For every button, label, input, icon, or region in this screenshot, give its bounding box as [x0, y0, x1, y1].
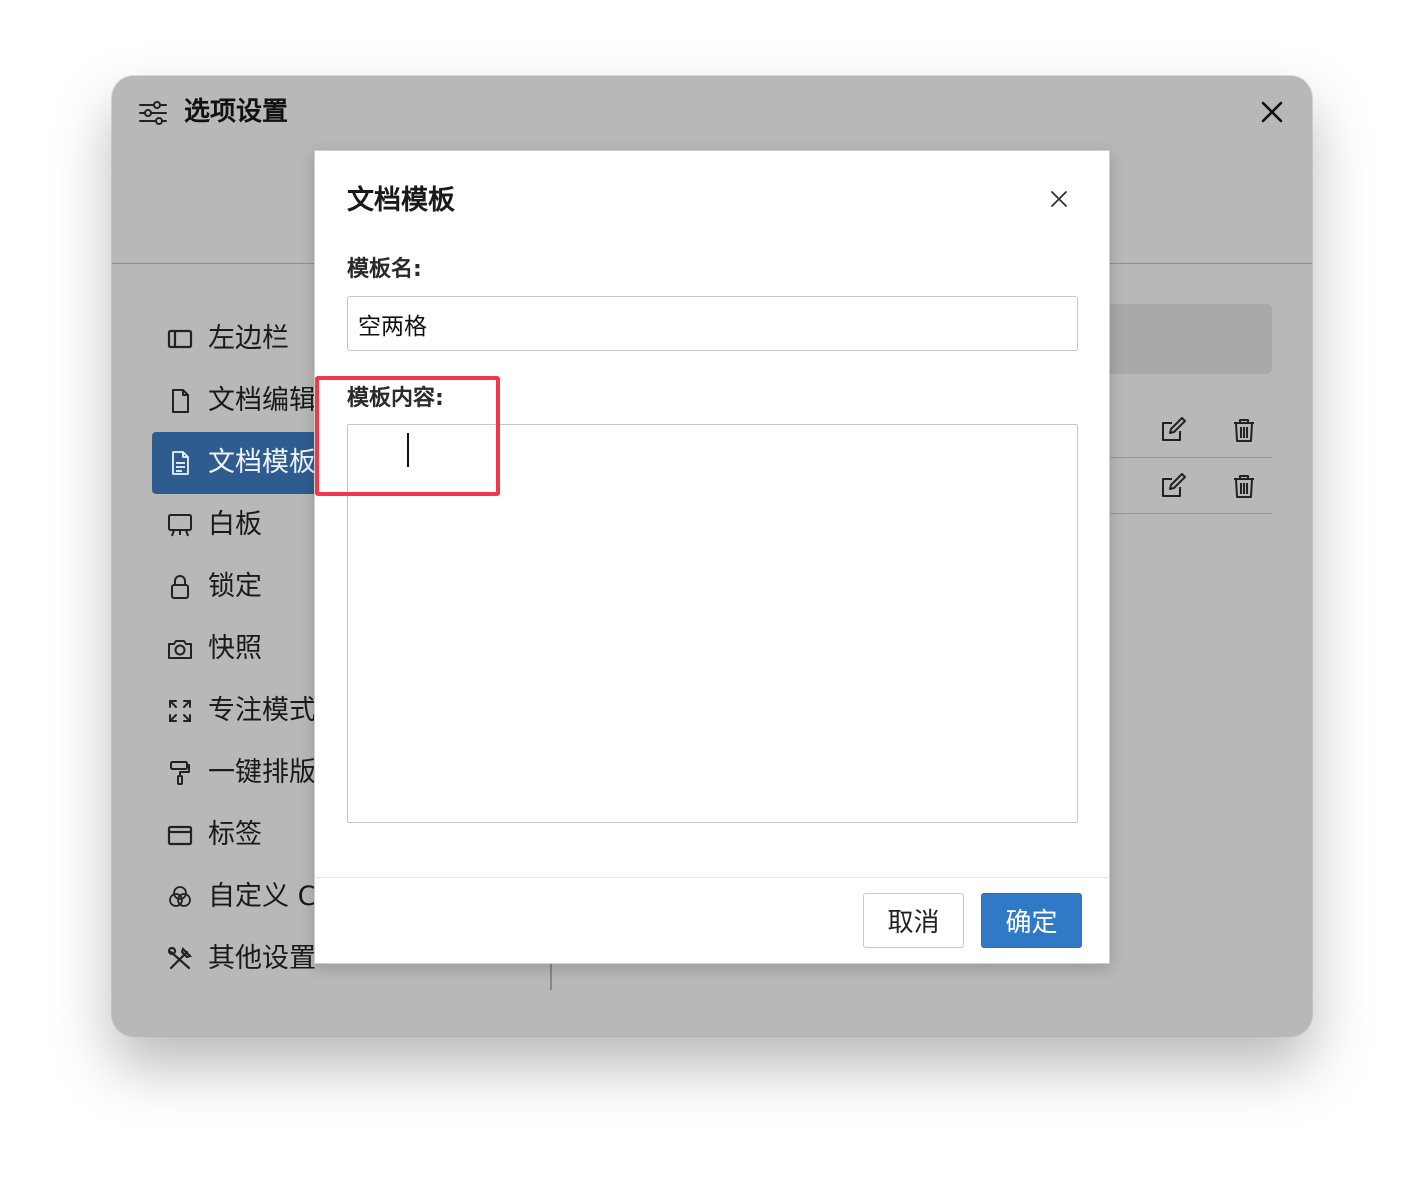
sliders-icon — [139, 101, 167, 125]
folder-icon — [167, 825, 193, 846]
trash-icon[interactable] — [1231, 417, 1257, 443]
edit-icon[interactable] — [1160, 417, 1186, 443]
sidebar-item-label: 锁定 — [208, 571, 262, 602]
sidebar-item-label: 自定义 C — [208, 881, 317, 912]
sidebar-item-label: 专注模式 — [208, 695, 316, 726]
sidebar-layout-icon — [167, 329, 193, 349]
lock-icon — [171, 575, 189, 599]
whiteboard-icon — [168, 514, 192, 537]
trash-icon[interactable] — [1231, 473, 1257, 499]
sidebar-item-label: 左边栏 — [208, 323, 289, 354]
close-icon[interactable] — [1258, 98, 1286, 126]
tools-icon — [167, 946, 193, 970]
template-name-label: 模板名: — [347, 257, 422, 282]
row-divider — [1102, 457, 1272, 458]
file-text-icon — [172, 451, 189, 475]
confirm-button[interactable]: 确定 — [981, 893, 1082, 948]
sidebar-item-label: 文档模板 — [208, 447, 316, 478]
circles-icon — [169, 886, 191, 907]
camera-icon — [168, 640, 192, 659]
sidebar-item-label: 其他设置 — [208, 943, 316, 974]
file-icon — [172, 389, 189, 413]
sidebar-item-label: 白板 — [208, 509, 262, 540]
sidebar-item-label: 标签 — [208, 819, 262, 850]
template-list-header — [1102, 304, 1272, 374]
dialog-title: 文档模板 — [347, 185, 455, 216]
sidebar-item-label: 文档编辑 — [208, 385, 316, 416]
panel-divider — [550, 964, 552, 990]
template-content-textarea[interactable] — [347, 424, 1078, 823]
settings-title: 选项设置 — [184, 97, 289, 127]
template-content-label: 模板内容: — [347, 386, 444, 411]
expand-icon — [169, 700, 191, 722]
paint-roller-icon — [170, 761, 190, 785]
sidebar-item-label: 一键排版 — [208, 757, 316, 788]
doc-template-dialog: 文档模板 模板名: 模板内容: 取消 确定 — [314, 150, 1110, 964]
row-divider — [1102, 513, 1272, 514]
footer-divider — [315, 877, 1109, 878]
close-icon[interactable] — [1049, 189, 1069, 209]
edit-icon[interactable] — [1160, 473, 1186, 499]
template-name-input[interactable] — [347, 296, 1078, 351]
sidebar-item-label: 快照 — [208, 633, 262, 664]
text-caret — [407, 433, 409, 467]
cancel-button[interactable]: 取消 — [863, 893, 964, 948]
